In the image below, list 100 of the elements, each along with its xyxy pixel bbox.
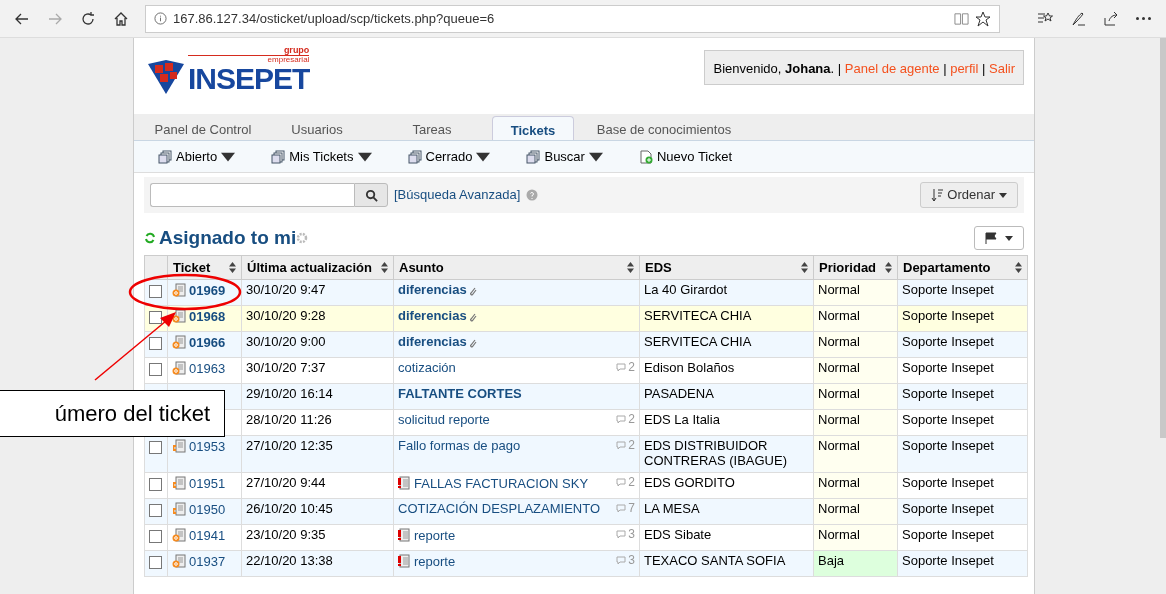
flag-button[interactable] bbox=[974, 226, 1024, 250]
priority-cell: Normal bbox=[813, 435, 898, 473]
column-header[interactable]: Prioridad bbox=[813, 255, 898, 280]
callout-label: úmero del ticket bbox=[0, 390, 225, 437]
nav-tab[interactable]: Usuarios bbox=[262, 116, 372, 140]
sort-icon bbox=[229, 262, 236, 273]
sort-icon bbox=[381, 262, 388, 273]
priority-cell: Normal bbox=[813, 498, 898, 525]
email-document-icon bbox=[172, 283, 186, 297]
subject-link[interactable]: reporte bbox=[414, 527, 456, 543]
row-checkbox[interactable] bbox=[149, 555, 162, 569]
row-checkbox[interactable] bbox=[149, 363, 162, 376]
separator-text: | bbox=[943, 61, 947, 76]
star-icon[interactable] bbox=[975, 10, 991, 27]
column-header[interactable]: Última actualización bbox=[241, 255, 394, 280]
subject-link[interactable]: FALLAS FACTURACION SKY bbox=[414, 475, 589, 491]
nav-tab[interactable]: Tareas bbox=[372, 116, 492, 140]
thread-count: 3 bbox=[616, 553, 635, 568]
table-cell: Soporte Insepet bbox=[897, 524, 1028, 551]
table-cell: Soporte Insepet bbox=[897, 279, 1028, 306]
url-text: 167.86.127.34/osticket/upload/scp/tickets.php?queue=6 bbox=[173, 9, 495, 28]
nav-tab[interactable]: Panel de Control bbox=[144, 116, 262, 140]
speech-bubble-icon bbox=[616, 441, 627, 451]
row-checkbox[interactable] bbox=[149, 285, 162, 298]
share-icon bbox=[1102, 10, 1119, 27]
table-cell: 29/10/20 16:14 bbox=[241, 383, 394, 410]
table-cell: SERVITECA CHIA bbox=[639, 305, 814, 332]
refresh-icon[interactable] bbox=[144, 232, 156, 244]
thread-count: 2 bbox=[616, 413, 635, 427]
sort-icon bbox=[931, 188, 944, 202]
documents-icon bbox=[407, 149, 422, 164]
logo-tagline: empresarial bbox=[188, 55, 310, 64]
sort-icon bbox=[885, 262, 892, 273]
table-cell: EDS DISTRIBUIDOR CONTRERAS (IBAGUE) bbox=[639, 435, 814, 473]
refresh-icon bbox=[79, 10, 96, 27]
logo-text: INSEPET bbox=[188, 64, 310, 94]
column-header[interactable]: Ticket bbox=[167, 255, 242, 280]
caret-icon bbox=[999, 192, 1007, 198]
column-header[interactable]: EDS bbox=[639, 255, 814, 280]
subject-link[interactable]: diferencias bbox=[398, 334, 467, 349]
subject-link[interactable]: Fallo formas de pago bbox=[398, 438, 521, 453]
book-icon[interactable] bbox=[954, 11, 969, 26]
speech-bubble-icon bbox=[616, 504, 627, 514]
row-checkbox[interactable] bbox=[149, 477, 162, 491]
search-icon bbox=[364, 188, 378, 202]
advanced-search-link[interactable]: [Búsqueda Avanzada] bbox=[394, 185, 521, 205]
documents-icon bbox=[158, 149, 172, 164]
nav-tab[interactable]: Base de conocimientos bbox=[574, 116, 754, 140]
subject-link[interactable]: COTIZACIÓN DESPLAZAMIENTO bbox=[398, 500, 600, 516]
subnav-menu[interactable]: Cerrado bbox=[407, 146, 491, 167]
subject-link[interactable]: solicitud reporte bbox=[398, 412, 490, 427]
speech-bubble-icon bbox=[616, 556, 627, 566]
email-document-icon bbox=[172, 361, 186, 375]
table-cell: TEXACO SANTA SOFIA bbox=[639, 550, 814, 577]
row-checkbox[interactable] bbox=[149, 529, 162, 543]
table-cell: 22/10/20 13:38 bbox=[241, 550, 394, 577]
sort-icon bbox=[1015, 262, 1022, 273]
subnav-menu[interactable]: Nuevo Ticket bbox=[638, 146, 733, 167]
priority-cell: Normal bbox=[813, 279, 898, 306]
table-cell: 30/10/20 9:00 bbox=[241, 331, 394, 358]
speech-bubble-icon bbox=[616, 478, 627, 488]
speech-bubble-icon bbox=[616, 363, 627, 373]
subject-link[interactable]: cotización bbox=[398, 360, 456, 375]
table-cell: Soporte Insepet bbox=[897, 357, 1028, 384]
row-checkbox[interactable] bbox=[149, 337, 162, 350]
email-document-icon bbox=[172, 527, 186, 542]
row-checkbox[interactable] bbox=[149, 441, 162, 454]
table-cell: EDS GORDITO bbox=[639, 472, 814, 499]
table-cell: Soporte Insepet bbox=[897, 550, 1028, 577]
priority-cell: Normal bbox=[813, 357, 898, 384]
priority-cell: Normal bbox=[813, 472, 898, 499]
row-checkbox[interactable] bbox=[149, 311, 162, 324]
subject-link[interactable]: diferencias bbox=[398, 282, 467, 297]
column-header[interactable]: Asunto bbox=[393, 255, 640, 280]
scrollbar[interactable] bbox=[1160, 38, 1166, 438]
table-cell: Soporte Insepet bbox=[897, 305, 1028, 332]
search-field[interactable] bbox=[150, 183, 354, 207]
logo-tagline: grupo bbox=[282, 46, 310, 55]
nav-tab[interactable]: Tickets bbox=[492, 116, 574, 140]
subject-link[interactable]: diferencias bbox=[398, 308, 467, 323]
subnav-menu[interactable]: Buscar bbox=[526, 146, 603, 167]
table-cell: Soporte Insepet bbox=[897, 472, 1028, 499]
thread-count: 2 bbox=[616, 361, 635, 375]
sort-icon bbox=[801, 262, 808, 273]
row-checkbox[interactable] bbox=[149, 503, 162, 517]
subnav-menu[interactable]: Abierto bbox=[158, 146, 236, 167]
speech-bubble-icon bbox=[616, 415, 627, 425]
subnav-menu[interactable]: Mis Tickets bbox=[271, 146, 372, 167]
search-button[interactable] bbox=[354, 183, 388, 207]
phone-document-icon bbox=[172, 439, 186, 453]
column-header[interactable]: Departamento bbox=[897, 255, 1028, 280]
thread-count: 3 bbox=[616, 527, 635, 542]
ticket-link[interactable]: 01953 bbox=[189, 439, 226, 454]
sort-icon bbox=[627, 262, 634, 273]
address-bar[interactable]: 167.86.127.34/osticket/upload/scp/tickets.php?queue=6 bbox=[145, 4, 1000, 33]
email-document-icon bbox=[172, 335, 186, 349]
table-cell: La 40 Girardot bbox=[639, 279, 814, 306]
sort-button[interactable]: Ordenar bbox=[920, 182, 1018, 208]
subject-link[interactable]: reporte bbox=[414, 553, 456, 569]
table-cell: PASADENA bbox=[639, 383, 814, 410]
